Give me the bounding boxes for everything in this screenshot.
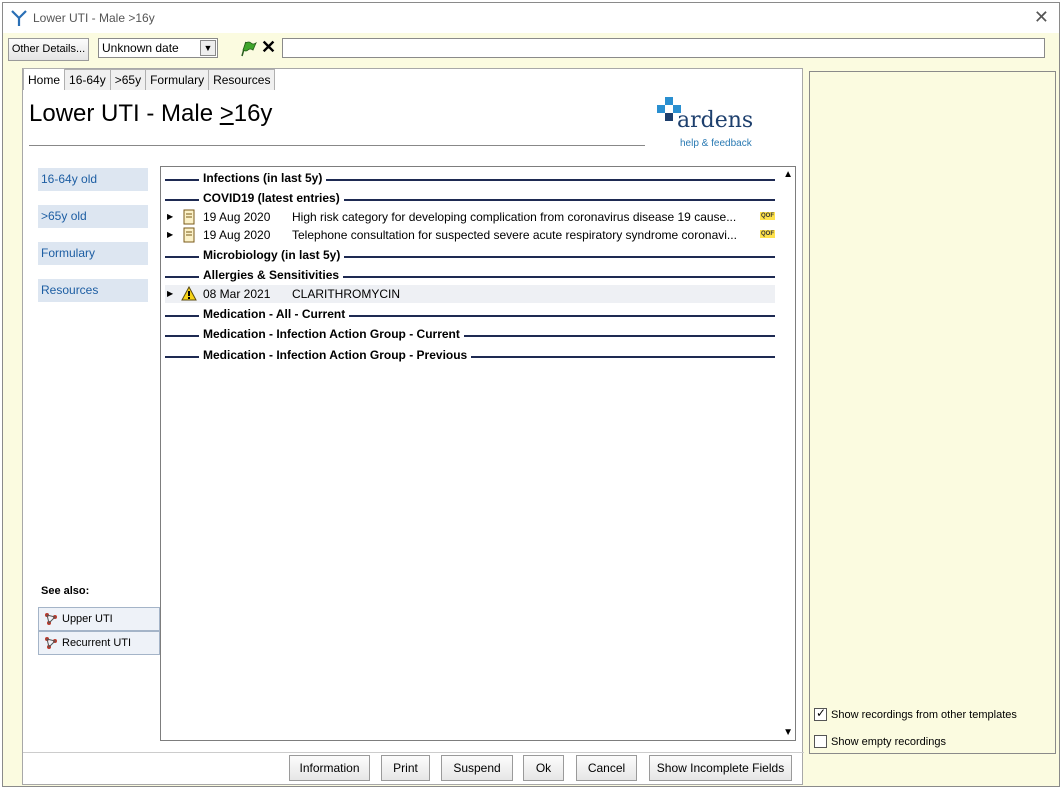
information-button[interactable]: Information [289, 755, 370, 781]
right-panel: ✓ Show recordings from other templates Sh… [809, 71, 1056, 754]
logo-word: ardens [677, 108, 754, 133]
other-details-button[interactable]: Other Details... [8, 38, 89, 61]
show-empty-label: Show empty recordings [831, 736, 946, 748]
section-medication-all: Medication - All - Current [165, 307, 775, 321]
chevron-down-icon[interactable]: ▼ [200, 40, 216, 56]
title-bar: Lower UTI - Male >16y ✕ [3, 3, 1059, 33]
tab-bar: Home 16-64y >65y Formulary Resources [23, 68, 276, 91]
see-also-heading: See also: [41, 585, 90, 597]
recordings-list[interactable]: ▲ Infections (in last 5y) COVID19 (lates… [160, 166, 796, 741]
button-bar: Information Print Suspend Ok Cancel Show… [23, 752, 804, 782]
toolbar: Other Details... Unknown date ▼ ✕ [3, 33, 1059, 67]
expand-icon[interactable]: ▶ [167, 226, 173, 244]
expand-icon[interactable]: ▶ [167, 285, 173, 303]
show-empty-checkbox[interactable]: Show empty recordings [814, 734, 946, 749]
suspend-button[interactable]: Suspend [441, 755, 513, 781]
template-link-icon [45, 613, 57, 625]
section-covid19: COVID19 (latest entries) [165, 191, 775, 205]
app-logo-icon [11, 10, 27, 26]
page-title: Lower UTI - Male >16y [29, 100, 273, 127]
help-feedback-link[interactable]: help & feedback [680, 138, 752, 149]
green-flag-icon[interactable] [239, 40, 257, 58]
cancel-button[interactable]: Cancel [576, 755, 637, 781]
side-nav-formulary[interactable]: Formulary [38, 242, 148, 265]
section-medication-iag-previous: Medication - Infection Action Group - Pr… [165, 348, 775, 362]
main-panel: Home 16-64y >65y Formulary Resources Low… [22, 68, 804, 785]
table-row[interactable]: ▶ 19 Aug 2020 High risk category for dev… [165, 208, 775, 226]
document-icon [183, 227, 195, 243]
template-link-icon [45, 637, 57, 649]
show-other-templates-checkbox[interactable]: ✓ Show recordings from other templates [814, 706, 1017, 722]
tab-resources[interactable]: Resources [208, 69, 276, 90]
scroll-down-icon[interactable]: ▼ [783, 727, 793, 738]
side-nav-16-64y[interactable]: 16-64y old [38, 168, 148, 191]
checkbox-icon[interactable] [814, 734, 827, 748]
show-other-templates-label: Show recordings from other templates [831, 709, 1017, 721]
ok-button[interactable]: Ok [523, 755, 564, 781]
tab-16-64y[interactable]: 16-64y [64, 69, 111, 90]
document-icon [183, 209, 195, 225]
side-nav: 16-64y old >65y old Formulary Resources [38, 168, 148, 316]
window-title: Lower UTI - Male >16y [33, 11, 155, 25]
expand-icon[interactable]: ▶ [167, 208, 173, 226]
checkbox-icon[interactable]: ✓ [814, 706, 827, 721]
side-nav-resources[interactable]: Resources [38, 279, 148, 302]
date-dropdown[interactable]: Unknown date ▼ [98, 38, 218, 58]
scroll-up-icon[interactable]: ▲ [783, 169, 793, 180]
section-infections: Infections (in last 5y) [165, 171, 775, 185]
qof-badge: QOF [760, 212, 775, 220]
table-row[interactable]: ▶ 19 Aug 2020 Telephone consultation for… [165, 226, 775, 244]
side-nav-65y[interactable]: >65y old [38, 205, 148, 228]
section-microbiology: Microbiology (in last 5y) [165, 248, 775, 262]
tab-formulary[interactable]: Formulary [145, 69, 210, 90]
allergy-warning-icon [181, 286, 197, 301]
free-text-input[interactable] [282, 38, 1045, 58]
recurrent-uti-link[interactable]: Recurrent UTI [38, 631, 160, 655]
upper-uti-link[interactable]: Upper UTI [38, 607, 160, 631]
section-medication-iag-current: Medication - Infection Action Group - Cu… [165, 327, 775, 341]
tab-65y[interactable]: >65y [109, 69, 147, 90]
print-button[interactable]: Print [381, 755, 430, 781]
date-value: Unknown date [102, 41, 179, 55]
show-incomplete-fields-button[interactable]: Show Incomplete Fields [649, 755, 792, 781]
table-row[interactable]: ▶ 08 Mar 2021 CLARITHROMYCIN [165, 285, 775, 303]
close-icon[interactable]: ✕ [1034, 7, 1049, 28]
title-divider [29, 145, 645, 146]
section-allergies: Allergies & Sensitivities [165, 268, 775, 282]
ardens-logo[interactable]: ardens help & feedback [653, 95, 765, 151]
clear-icon[interactable]: ✕ [261, 38, 276, 56]
qof-badge: QOF [760, 230, 775, 238]
tab-home[interactable]: Home [23, 68, 66, 90]
